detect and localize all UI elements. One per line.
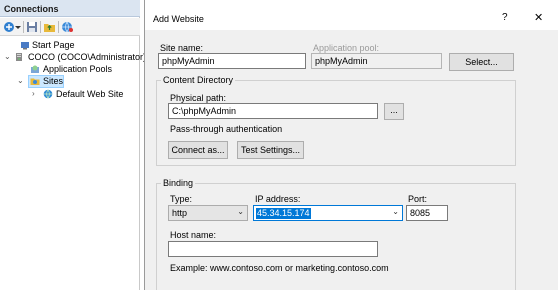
test-settings-button[interactable]: Test Settings... — [237, 141, 304, 159]
type-dropdown-value: http — [172, 208, 188, 218]
start-page-icon — [21, 42, 29, 50]
folder-up-icon[interactable] — [43, 21, 56, 33]
site-name-label: Site name: — [160, 43, 204, 53]
type-dropdown[interactable]: http ⌄ — [168, 205, 248, 221]
ip-address-label: IP address: — [255, 194, 301, 204]
add-website-dialog: Add Website ? ✕ Site name: phpMyAdmin Ap… — [144, 0, 558, 290]
tree-label-sites: Sites — [43, 76, 64, 86]
close-icon[interactable]: ✕ — [534, 11, 543, 24]
browse-path-button[interactable]: ... — [384, 103, 404, 120]
tree-item-start-page[interactable]: Start Page — [0, 39, 140, 51]
tree-item-server[interactable]: ⌄ COCO (COCO\Administrator) — [0, 51, 146, 63]
port-label: Port: — [408, 194, 428, 204]
chevron-down-icon[interactable]: ⌄ — [392, 207, 399, 216]
connections-panel: Connections Start Page ⌄ COCO (COCO\Admi… — [0, 0, 146, 290]
site-name-input[interactable]: phpMyAdmin — [158, 53, 306, 69]
select-app-pool-button[interactable]: Select... — [449, 53, 514, 71]
server-icon — [16, 53, 22, 61]
tree-item-application-pools[interactable]: Application Pools — [0, 63, 140, 75]
globe-icon — [43, 89, 53, 99]
ip-address-combobox[interactable]: 45.34.15.174 ⌄ — [253, 205, 403, 221]
type-label: Type: — [170, 194, 193, 204]
application-pools-icon — [31, 65, 39, 73]
chevron-down-icon: ⌄ — [237, 207, 244, 216]
tree-label-default-web-site: Default Web Site — [56, 89, 124, 99]
tree-item-sites[interactable]: ⌄ Sites — [0, 75, 140, 87]
globe-connection-icon[interactable] — [61, 21, 74, 33]
collapse-chevron-icon[interactable]: ⌄ — [17, 75, 25, 87]
expand-chevron-icon[interactable]: › — [32, 88, 40, 100]
host-name-input[interactable] — [168, 241, 378, 257]
binding-title: Binding — [161, 178, 196, 188]
host-name-example: Example: www.contoso.com or marketing.co… — [170, 263, 389, 273]
tree-label-server: COCO (COCO\Administrator) — [28, 52, 147, 62]
connections-title: Connections — [0, 0, 140, 17]
port-input[interactable]: 8085 — [406, 205, 448, 221]
application-pool-label: Application pool: — [313, 43, 380, 53]
tree-item-default-web-site[interactable]: › Default Web Site — [0, 88, 140, 100]
physical-path-label: Physical path: — [170, 93, 227, 103]
collapse-chevron-icon[interactable]: ⌄ — [4, 51, 12, 63]
physical-path-input[interactable]: C:\phpMyAdmin — [168, 103, 378, 119]
connect-icon[interactable] — [3, 21, 15, 33]
content-directory-title: Content Directory — [161, 75, 236, 85]
connections-toolbar — [0, 18, 140, 36]
tree-label-application-pools: Application Pools — [43, 64, 113, 74]
dialog-titlebar: Add Website ? ✕ — [145, 0, 558, 30]
connect-as-button[interactable]: Connect as... — [168, 141, 228, 159]
application-pool-field: phpMyAdmin — [311, 53, 442, 69]
dropdown-arrow-icon[interactable] — [15, 21, 21, 33]
dialog-title: Add Website — [153, 14, 204, 24]
sites-folder-icon — [30, 78, 40, 85]
ip-address-value: 45.34.15.174 — [256, 208, 311, 219]
host-name-label: Host name: — [170, 230, 217, 240]
help-button[interactable]: ? — [502, 12, 508, 23]
save-icon[interactable] — [26, 21, 38, 33]
tree-label-start-page: Start Page — [32, 40, 75, 50]
pass-through-authentication-label: Pass-through authentication — [170, 124, 283, 134]
